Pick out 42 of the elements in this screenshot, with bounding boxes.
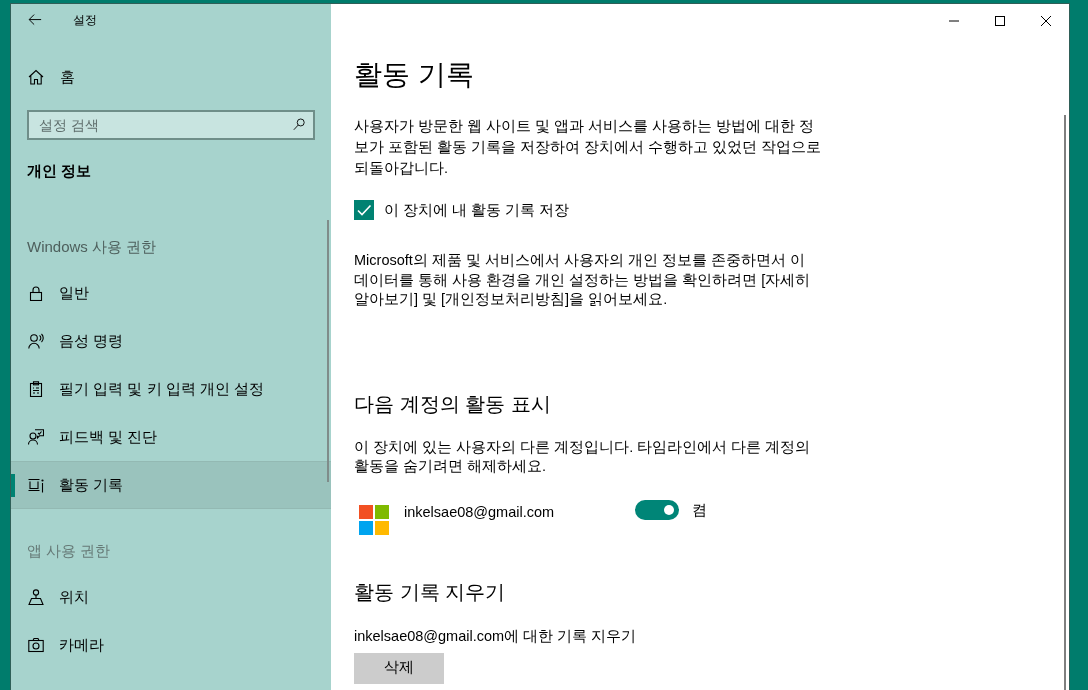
section-heading: 활동 기록 지우기 — [354, 579, 506, 605]
sidebar-item[interactable]: 필기 입력 및 키 입력 개인 설정 — [11, 365, 331, 413]
account-email: inkelsae08@gmail.com — [404, 503, 555, 520]
privacy-note-text: Microsoft의 제품 및 서비스에서 사용자의 개인 정보를 존중하면서 이 데이터를 통해 사용 환경을 개인 설정하는 방법을 확인하려면 [자세히 알아보기] 및 [개인정보처리방침]을 읽어보세요. — [354, 251, 812, 309]
camera-icon — [28, 637, 44, 653]
delete-button[interactable]: 삭제 — [354, 652, 444, 684]
description-text: 사용자가 방문한 웹 사이트 및 앱과 서비스를 사용하는 방법에 대한 정보가 포함된 활동 기록을 저장하여 장치에서 수행하고 있었던 작업으로 되돌아갑니다. — [354, 117, 823, 178]
close-icon[interactable] — [1041, 16, 1051, 26]
search-icon — [293, 118, 306, 131]
lock-icon — [28, 285, 44, 301]
checkbox-label: 이 장치에 내 활동 기록 저장 — [384, 201, 570, 220]
clear-history-label: inkelsae08@gmail.com에 대한 기록 지우기 — [354, 626, 637, 646]
scrollbar[interactable] — [327, 220, 329, 482]
sidebar-item[interactable]: 피드백 및 진단 — [11, 413, 331, 461]
sidebar-item[interactable]: 일반 — [11, 269, 331, 317]
page-title: 활동 기록 — [354, 58, 474, 92]
home-link[interactable]: 홈 — [11, 53, 331, 101]
accounts-description-text: 이 장치에 있는 사용자의 다른 계정입니다. 타임라인에서 다른 계정의 활동을 숨기려면 해제하세요. — [354, 437, 812, 476]
four-squares-logo-icon — [359, 504, 389, 535]
section-title: 개인 정보 — [27, 161, 92, 181]
section-heading: 다음 계정의 활동 표시 — [354, 391, 551, 417]
toggle-switch[interactable] — [635, 499, 679, 520]
back-arrow-icon[interactable] — [28, 13, 42, 27]
scrollbar[interactable] — [1064, 115, 1066, 690]
selection-indicator — [11, 474, 15, 497]
clipboard-icon — [28, 381, 44, 397]
sidebar-item[interactable]: 음성 명령 — [11, 317, 331, 365]
checkbox[interactable] — [354, 200, 374, 220]
home-icon — [28, 69, 44, 85]
group-heading: Windows 사용 권한 — [27, 237, 157, 257]
window-title: 설정 — [73, 12, 97, 29]
toggle-state-label: 켬 — [692, 500, 707, 520]
sidebar-item[interactable]: 위치 — [11, 573, 331, 621]
person-pin-icon — [28, 589, 44, 605]
group-heading: 앱 사용 권한 — [27, 541, 111, 561]
sidebar-item[interactable]: 활동 기록 — [11, 461, 331, 509]
person-speech-bubble-icon — [28, 429, 44, 445]
timeline-icon — [28, 477, 44, 493]
search-field[interactable]: 설정 검색 — [27, 110, 315, 140]
maximize-icon[interactable] — [995, 16, 1005, 26]
person-sound-waves-icon — [28, 333, 44, 349]
sidebar-item[interactable]: 카메라 — [11, 621, 331, 669]
